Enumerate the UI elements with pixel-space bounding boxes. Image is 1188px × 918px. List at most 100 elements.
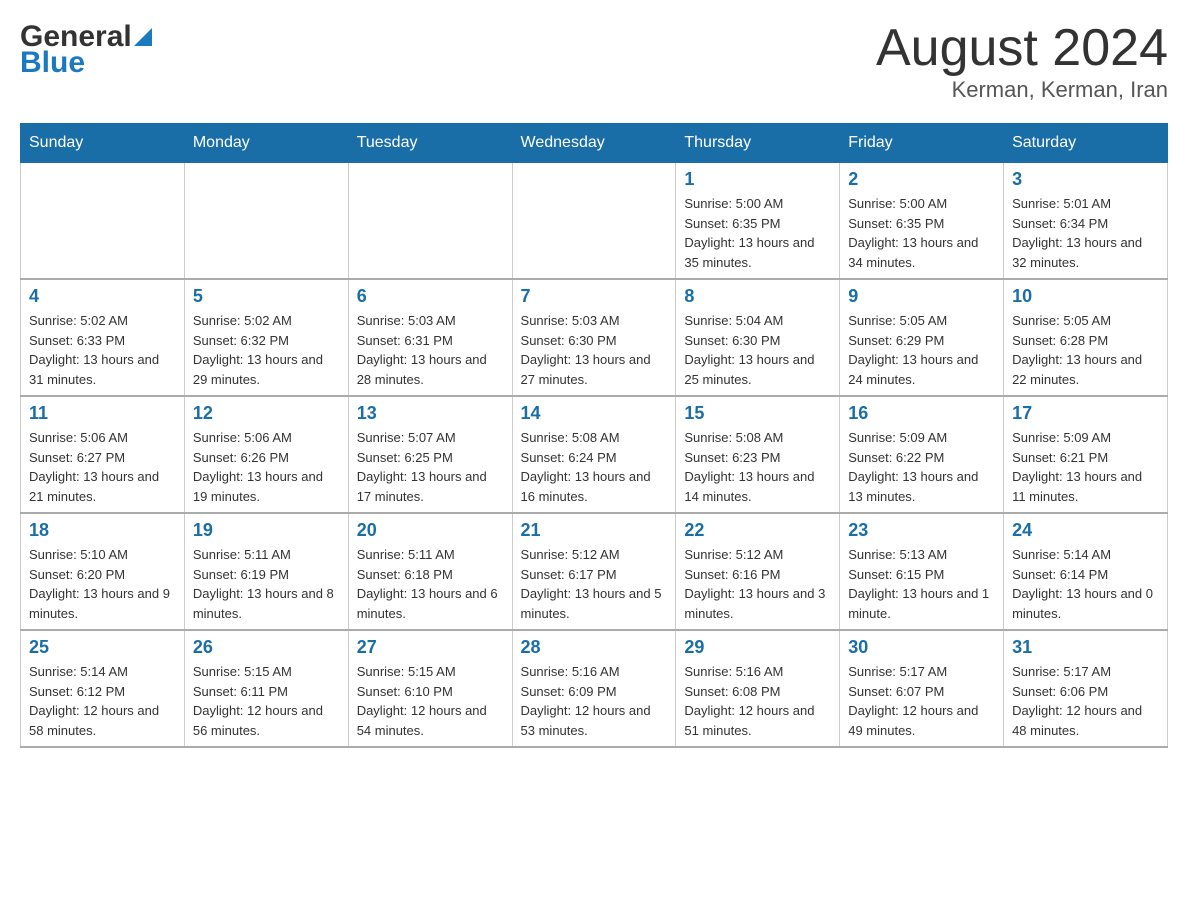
day-info: Sunrise: 5:07 AMSunset: 6:25 PMDaylight:… — [357, 428, 504, 506]
calendar-week-row: 4Sunrise: 5:02 AMSunset: 6:33 PMDaylight… — [21, 279, 1168, 396]
day-info: Sunrise: 5:15 AMSunset: 6:10 PMDaylight:… — [357, 662, 504, 740]
day-number: 9 — [848, 286, 995, 307]
calendar-day-cell: 29 Sunrise: 5:16 AMSunset: 6:08 PMDayligh… — [676, 630, 840, 747]
day-number: 10 — [1012, 286, 1159, 307]
day-number: 7 — [521, 286, 668, 307]
calendar-title-block: August 2024 Kerman, Kerman, Iran — [876, 20, 1168, 103]
calendar-location: Kerman, Kerman, Iran — [876, 77, 1168, 103]
day-info: Sunrise: 5:15 AMSunset: 6:11 PMDaylight:… — [193, 662, 340, 740]
calendar-day-cell: 20 Sunrise: 5:11 AMSunset: 6:18 PMDayligh… — [348, 513, 512, 630]
day-of-week-header: Wednesday — [512, 124, 676, 163]
day-number: 18 — [29, 520, 176, 541]
day-number: 17 — [1012, 403, 1159, 424]
calendar-day-cell: 6 Sunrise: 5:03 AMSunset: 6:31 PMDaylight… — [348, 279, 512, 396]
calendar-day-cell: 31Sunrise: 5:17 AMSunset: 6:06 PMDayligh… — [1004, 630, 1168, 747]
calendar-day-cell: 15 Sunrise: 5:08 AMSunset: 6:23 PMDayligh… — [676, 396, 840, 513]
day-number: 21 — [521, 520, 668, 541]
day-info: Sunrise: 5:04 AMSunset: 6:30 PMDaylight:… — [684, 311, 831, 389]
calendar-header: SundayMondayTuesdayWednesdayThursdayFrid… — [21, 124, 1168, 163]
day-info: Sunrise: 5:14 AMSunset: 6:14 PMDaylight:… — [1012, 545, 1159, 623]
day-of-week-header: Tuesday — [348, 124, 512, 163]
calendar-day-cell: 1Sunrise: 5:00 AMSunset: 6:35 PMDaylight… — [676, 163, 840, 280]
calendar-week-row: 18Sunrise: 5:10 AMSunset: 6:20 PMDayligh… — [21, 513, 1168, 630]
calendar-week-row: 25Sunrise: 5:14 AMSunset: 6:12 PMDayligh… — [21, 630, 1168, 747]
day-number: 30 — [848, 637, 995, 658]
logo: General Blue — [20, 20, 152, 80]
day-info: Sunrise: 5:06 AMSunset: 6:26 PMDaylight:… — [193, 428, 340, 506]
calendar-day-cell: 14Sunrise: 5:08 AMSunset: 6:24 PMDayligh… — [512, 396, 676, 513]
day-of-week-header: Saturday — [1004, 124, 1168, 163]
calendar-day-cell: 28 Sunrise: 5:16 AMSunset: 6:09 PMDayligh… — [512, 630, 676, 747]
calendar-day-cell: 25Sunrise: 5:14 AMSunset: 6:12 PMDayligh… — [21, 630, 185, 747]
day-number: 1 — [684, 169, 831, 190]
day-number: 13 — [357, 403, 504, 424]
calendar-day-cell: 24 Sunrise: 5:14 AMSunset: 6:14 PMDayligh… — [1004, 513, 1168, 630]
logo-triangle-icon — [134, 28, 152, 46]
day-info: Sunrise: 5:09 AMSunset: 6:22 PMDaylight:… — [848, 428, 995, 506]
calendar-body: 1 Sunrise: 5:00 AMSunset: 6:35 PMDaylight… — [21, 163, 1168, 748]
day-info: Sunrise: 5:06 AMSunset: 6:27 PMDaylight:… — [29, 428, 176, 506]
day-number: 4 — [29, 286, 176, 307]
day-info: Sunrise: 5:03 AMSunset: 6:31 PMDaylight:… — [357, 311, 504, 389]
day-of-week-header: Thursday — [676, 124, 840, 163]
day-info: Sunrise: 5:13 AMSunset: 6:15 PMDaylight:… — [848, 545, 995, 623]
day-number: 14 — [521, 403, 668, 424]
day-number: 29 — [684, 637, 831, 658]
day-info: Sunrise: 5:03 AMSunset: 6:30 PMDaylight:… — [521, 311, 668, 389]
day-number: 3 — [1012, 169, 1159, 190]
day-info: Sunrise: 5:12 AMSunset: 6:17 PMDaylight:… — [521, 545, 668, 623]
day-of-week-header: Sunday — [21, 124, 185, 163]
calendar-day-cell: 7 Sunrise: 5:03 AMSunset: 6:30 PMDaylight… — [512, 279, 676, 396]
calendar-day-cell: 12 Sunrise: 5:06 AMSunset: 6:26 PMDayligh… — [184, 396, 348, 513]
calendar-day-cell — [348, 163, 512, 280]
day-number: 6 — [357, 286, 504, 307]
calendar-day-cell — [512, 163, 676, 280]
calendar-day-cell — [184, 163, 348, 280]
day-info: Sunrise: 5:00 AMSunset: 6:35 PMDaylight:… — [848, 194, 995, 272]
calendar-week-row: 1 Sunrise: 5:00 AMSunset: 6:35 PMDaylight… — [21, 163, 1168, 280]
calendar-day-cell: 8 Sunrise: 5:04 AMSunset: 6:30 PMDaylight… — [676, 279, 840, 396]
day-number: 28 — [521, 637, 668, 658]
days-of-week-row: SundayMondayTuesdayWednesdayThursdayFrid… — [21, 124, 1168, 163]
day-info: Sunrise: 5:11 AMSunset: 6:18 PMDaylight:… — [357, 545, 504, 623]
day-number: 15 — [684, 403, 831, 424]
day-of-week-header: Friday — [840, 124, 1004, 163]
calendar-day-cell: 3 Sunrise: 5:01 AMSunset: 6:34 PMDaylight… — [1004, 163, 1168, 280]
day-info: Sunrise: 5:09 AMSunset: 6:21 PMDaylight:… — [1012, 428, 1159, 506]
calendar-week-row: 11 Sunrise: 5:06 AMSunset: 6:27 PMDayligh… — [21, 396, 1168, 513]
day-info: Sunrise: 5:05 AMSunset: 6:28 PMDaylight:… — [1012, 311, 1159, 389]
calendar-day-cell: 30 Sunrise: 5:17 AMSunset: 6:07 PMDayligh… — [840, 630, 1004, 747]
day-number: 23 — [848, 520, 995, 541]
day-info: Sunrise: 5:17 AMSunset: 6:06 PMDaylight:… — [1012, 662, 1159, 740]
calendar-day-cell — [21, 163, 185, 280]
day-info: Sunrise: 5:08 AMSunset: 6:23 PMDaylight:… — [684, 428, 831, 506]
day-info: Sunrise: 5:05 AMSunset: 6:29 PMDaylight:… — [848, 311, 995, 389]
day-number: 2 — [848, 169, 995, 190]
calendar-day-cell: 18Sunrise: 5:10 AMSunset: 6:20 PMDayligh… — [21, 513, 185, 630]
day-number: 27 — [357, 637, 504, 658]
day-info: Sunrise: 5:16 AMSunset: 6:08 PMDaylight:… — [684, 662, 831, 740]
day-info: Sunrise: 5:17 AMSunset: 6:07 PMDaylight:… — [848, 662, 995, 740]
calendar-day-cell: 5 Sunrise: 5:02 AMSunset: 6:32 PMDaylight… — [184, 279, 348, 396]
logo-blue-text: Blue — [20, 46, 85, 80]
calendar-day-cell: 17 Sunrise: 5:09 AMSunset: 6:21 PMDayligh… — [1004, 396, 1168, 513]
day-info: Sunrise: 5:01 AMSunset: 6:34 PMDaylight:… — [1012, 194, 1159, 272]
day-of-week-header: Monday — [184, 124, 348, 163]
day-number: 24 — [1012, 520, 1159, 541]
day-number: 19 — [193, 520, 340, 541]
calendar-day-cell: 27 Sunrise: 5:15 AMSunset: 6:10 PMDayligh… — [348, 630, 512, 747]
day-number: 11 — [29, 403, 176, 424]
calendar-table: SundayMondayTuesdayWednesdayThursdayFrid… — [20, 123, 1168, 748]
day-info: Sunrise: 5:16 AMSunset: 6:09 PMDaylight:… — [521, 662, 668, 740]
day-number: 8 — [684, 286, 831, 307]
calendar-day-cell: 4Sunrise: 5:02 AMSunset: 6:33 PMDaylight… — [21, 279, 185, 396]
calendar-day-cell: 16Sunrise: 5:09 AMSunset: 6:22 PMDayligh… — [840, 396, 1004, 513]
day-info: Sunrise: 5:12 AMSunset: 6:16 PMDaylight:… — [684, 545, 831, 623]
day-number: 12 — [193, 403, 340, 424]
calendar-day-cell: 9 Sunrise: 5:05 AMSunset: 6:29 PMDaylight… — [840, 279, 1004, 396]
day-number: 5 — [193, 286, 340, 307]
day-number: 20 — [357, 520, 504, 541]
calendar-day-cell: 21 Sunrise: 5:12 AMSunset: 6:17 PMDayligh… — [512, 513, 676, 630]
calendar-day-cell: 22Sunrise: 5:12 AMSunset: 6:16 PMDayligh… — [676, 513, 840, 630]
day-info: Sunrise: 5:02 AMSunset: 6:32 PMDaylight:… — [193, 311, 340, 389]
